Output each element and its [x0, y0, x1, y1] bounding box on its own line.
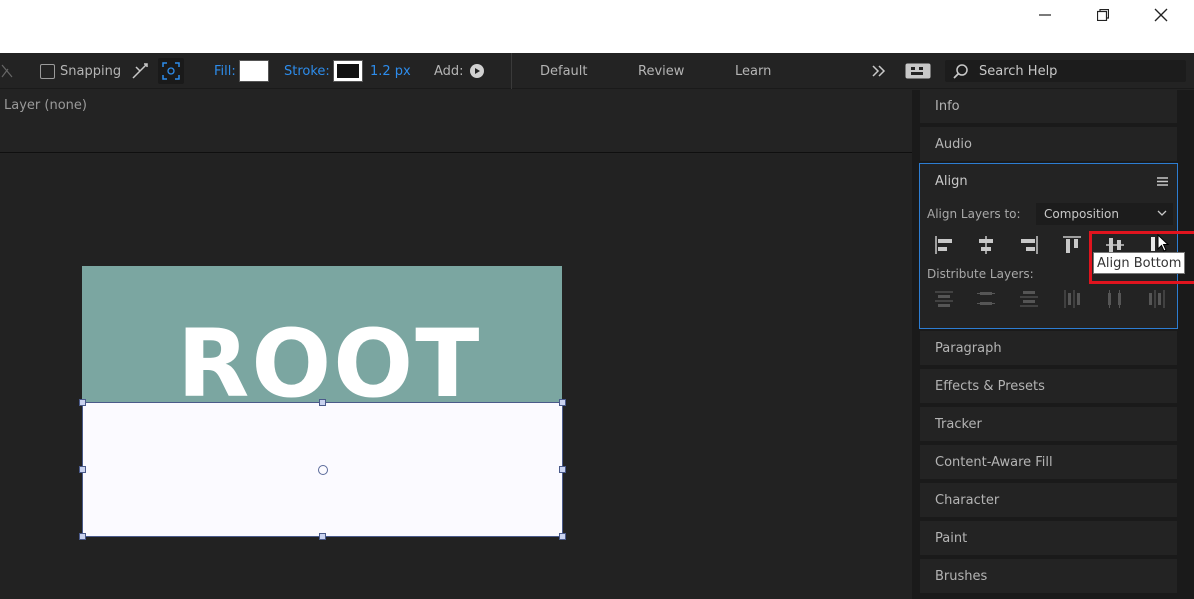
fill-color-swatch[interactable] [238, 60, 269, 82]
stroke-width-value[interactable]: 1.2 px [370, 64, 411, 79]
distribute-right-button[interactable] [1145, 288, 1169, 310]
pin-tool-icon[interactable] [0, 53, 14, 89]
align-layers-to-label: Align Layers to: [927, 207, 1021, 221]
add-label: Add: [434, 63, 464, 79]
align-right-icon [1021, 236, 1038, 254]
search-help-input[interactable]: Search Help [945, 60, 1186, 82]
snapping-toggle[interactable]: Snapping [40, 53, 121, 89]
close-icon [1154, 8, 1168, 22]
align-horizontal-center-button[interactable] [974, 234, 998, 256]
restore-button[interactable] [1074, 0, 1132, 30]
panel-effects-presets[interactable]: Effects & Presets [920, 369, 1177, 403]
workspace-learn[interactable]: Learn [735, 53, 771, 89]
search-icon [953, 64, 968, 79]
workspace-review[interactable]: Review [638, 53, 684, 89]
add-property-button[interactable] [469, 64, 484, 78]
align-left-icon [935, 236, 952, 254]
anchor-point-icon[interactable] [318, 465, 328, 475]
panel-info[interactable]: Info [920, 89, 1177, 123]
snap-edges-icon[interactable] [130, 53, 150, 89]
chevron-down-icon [1157, 210, 1167, 216]
distribute-vertical-center-icon [977, 292, 995, 305]
transform-handle[interactable] [79, 466, 86, 473]
align-bottom-tooltip: Align Bottom [1093, 252, 1186, 274]
restore-icon [1097, 9, 1109, 21]
distribute-top-button[interactable] [932, 288, 956, 310]
distribute-horizontal-center-button[interactable] [1103, 288, 1127, 310]
stroke-color-swatch[interactable] [332, 60, 363, 82]
panel-content-aware-fill[interactable]: Content-Aware Fill [920, 445, 1177, 479]
title-bar [0, 0, 1194, 53]
panel-menu-icon[interactable] [1157, 177, 1168, 186]
transform-handle[interactable] [559, 399, 566, 406]
composition-canvas[interactable]: ROOT [82, 266, 562, 402]
panel-audio[interactable]: Audio [920, 127, 1177, 161]
comp-text-layer[interactable]: ROOT [177, 318, 481, 403]
distribute-left-button[interactable] [1060, 288, 1084, 310]
align-left-button[interactable] [932, 234, 956, 256]
align-right-button[interactable] [1017, 234, 1041, 256]
snapping-checkbox[interactable] [40, 63, 55, 79]
panel-tracker[interactable]: Tracker [920, 407, 1177, 441]
transform-handle[interactable] [79, 533, 86, 540]
distribute-right-icon [1149, 290, 1165, 308]
close-window-button[interactable] [1132, 0, 1190, 30]
minimize-icon [1039, 14, 1051, 16]
align-top-button[interactable] [1060, 234, 1084, 256]
double-chevron-right-icon [872, 65, 886, 77]
distribute-layers-label: Distribute Layers: [927, 267, 1034, 281]
panel-divider[interactable] [912, 90, 919, 599]
align-layers-to-dropdown[interactable]: Composition [1036, 203, 1173, 225]
mouse-cursor-icon [1157, 234, 1170, 252]
transform-handle[interactable] [319, 399, 326, 406]
snap-features-icon[interactable] [158, 58, 184, 84]
panel-paragraph[interactable]: Paragraph [920, 331, 1177, 365]
distribute-left-icon [1064, 290, 1080, 308]
transform-handle[interactable] [559, 533, 566, 540]
fill-label[interactable]: Fill: [214, 64, 236, 79]
keyboard-shortcut-button[interactable] [905, 53, 931, 89]
transform-handle[interactable] [559, 466, 566, 473]
layer-panel-header: Layer (none) [0, 90, 912, 153]
transform-handle[interactable] [79, 399, 86, 406]
panel-paint[interactable]: Paint [920, 521, 1177, 555]
keyboard-icon [905, 63, 931, 79]
transform-handle[interactable] [319, 533, 326, 540]
panel-brushes[interactable]: Brushes [920, 559, 1177, 593]
distribute-bottom-icon [1020, 291, 1038, 307]
minimize-button[interactable] [1016, 0, 1074, 30]
align-top-icon [1063, 236, 1081, 253]
align-horizontal-center-icon [979, 236, 993, 254]
distribute-top-icon [935, 291, 953, 307]
layer-label: Layer (none) [4, 98, 87, 113]
play-icon [474, 68, 480, 74]
distribute-bottom-button[interactable] [1017, 288, 1041, 310]
align-panel-title[interactable]: Align [935, 174, 968, 189]
snapping-label: Snapping [60, 63, 122, 79]
stroke-label[interactable]: Stroke: [284, 64, 330, 79]
search-help-placeholder: Search Help [979, 63, 1058, 79]
distribute-vertical-center-button[interactable] [974, 288, 998, 310]
workspace-overflow-button[interactable] [872, 53, 886, 89]
distribute-horizontal-center-icon [1108, 290, 1121, 308]
panel-character[interactable]: Character [920, 483, 1177, 517]
workspace-default[interactable]: Default [540, 53, 588, 89]
